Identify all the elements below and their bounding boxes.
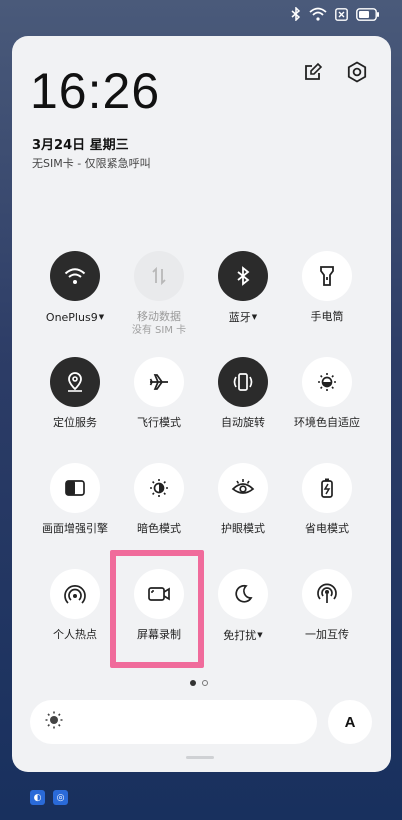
wifi-icon bbox=[50, 251, 100, 301]
flashlight-icon bbox=[302, 251, 352, 301]
notification-icons: ◐ ◎ bbox=[30, 790, 68, 805]
location-icon bbox=[50, 357, 100, 407]
caret-down-icon: ▼ bbox=[257, 631, 263, 639]
tile-label: 定位服务 bbox=[53, 416, 97, 429]
tile-label: 暗色模式 bbox=[137, 522, 181, 535]
auto-rotate-icon bbox=[218, 357, 268, 407]
oneplus-share-icon bbox=[302, 569, 352, 619]
tile-display-enhance[interactable]: 画面增强引擎 bbox=[30, 463, 120, 536]
tile-label: 个人热点 bbox=[53, 628, 97, 641]
tile-auto-rotate[interactable]: 自动旋转 bbox=[198, 357, 288, 430]
tile-flashlight[interactable]: 手电筒 bbox=[282, 251, 372, 324]
battery-icon bbox=[356, 7, 380, 21]
eye-comfort-icon bbox=[218, 463, 268, 513]
drag-handle[interactable] bbox=[186, 756, 214, 759]
app-notification-icon: ◎ bbox=[53, 790, 68, 805]
page-dot-active bbox=[190, 680, 196, 686]
status-bar bbox=[291, 5, 380, 23]
hotspot-icon bbox=[50, 569, 100, 619]
panel-header-icons bbox=[301, 60, 369, 84]
tile-label: 省电模式 bbox=[305, 522, 349, 535]
tile-location[interactable]: 定位服务 bbox=[30, 357, 120, 430]
brightness-icon bbox=[44, 710, 64, 734]
wifi-icon bbox=[309, 7, 327, 21]
auto-brightness-button[interactable]: A bbox=[328, 700, 372, 744]
tile-label: 一加互传 bbox=[305, 628, 349, 641]
tile-bluetooth[interactable]: 蓝牙▼ bbox=[198, 251, 288, 325]
tile-label: 免打扰▼ bbox=[223, 629, 263, 642]
tile-label: 自动旋转 bbox=[221, 416, 265, 429]
sim-icon bbox=[335, 7, 348, 21]
bluetooth-icon bbox=[291, 7, 301, 21]
display-enhance-icon bbox=[50, 463, 100, 513]
do-not-disturb-icon bbox=[218, 569, 268, 619]
ambient-color-icon bbox=[302, 357, 352, 407]
tile-label: 飞行模式 bbox=[137, 416, 181, 429]
tile-ambient-color[interactable]: 环境色自适应 bbox=[282, 357, 372, 430]
edit-icon[interactable] bbox=[301, 60, 325, 84]
tile-label: 移动数据 bbox=[137, 310, 181, 323]
tile-dark-mode[interactable]: 暗色模式 bbox=[114, 463, 204, 536]
tile-eye-comfort[interactable]: 护眼模式 bbox=[198, 463, 288, 536]
dark-mode-icon bbox=[134, 463, 184, 513]
app-notification-icon: ◐ bbox=[30, 790, 45, 805]
sim-status: 无SIM卡 - 仅限紧急呼叫 bbox=[32, 157, 151, 170]
caret-down-icon: ▼ bbox=[98, 313, 105, 321]
tile-label: 护眼模式 bbox=[221, 522, 265, 535]
tile-do-not-disturb[interactable]: 免打扰▼ bbox=[198, 569, 288, 643]
caret-down-icon: ▼ bbox=[251, 313, 258, 321]
settings-icon[interactable] bbox=[345, 60, 369, 84]
tile-airplane[interactable]: 飞行模式 bbox=[114, 357, 204, 430]
tile-wifi[interactable]: OnePlus9▼ bbox=[30, 251, 120, 325]
tile-oneplus-share[interactable]: 一加互传 bbox=[282, 569, 372, 642]
tile-sublabel: 没有 SIM 卡 bbox=[131, 325, 187, 336]
airplane-icon bbox=[134, 357, 184, 407]
date: 3月24日 星期三 bbox=[32, 138, 129, 153]
page-indicator[interactable] bbox=[190, 680, 208, 686]
clock: 16:26 bbox=[30, 63, 161, 119]
tile-label: 手电筒 bbox=[310, 310, 344, 323]
tile-label: 画面增强引擎 bbox=[42, 522, 108, 535]
brightness-slider[interactable] bbox=[30, 700, 317, 744]
bluetooth-icon bbox=[218, 251, 268, 301]
battery-saver-icon bbox=[302, 463, 352, 513]
mobile-data-icon bbox=[134, 251, 184, 301]
highlight-box bbox=[110, 550, 204, 668]
tile-hotspot[interactable]: 个人热点 bbox=[30, 569, 120, 642]
tile-label: OnePlus9▼ bbox=[45, 311, 105, 324]
tile-battery-saver[interactable]: 省电模式 bbox=[282, 463, 372, 536]
tile-label: 环境色自适应 bbox=[294, 416, 360, 429]
tile-mobile-data[interactable]: 移动数据 没有 SIM 卡 bbox=[114, 251, 204, 338]
tile-label: 蓝牙▼ bbox=[228, 311, 258, 324]
page-dot bbox=[202, 680, 208, 686]
